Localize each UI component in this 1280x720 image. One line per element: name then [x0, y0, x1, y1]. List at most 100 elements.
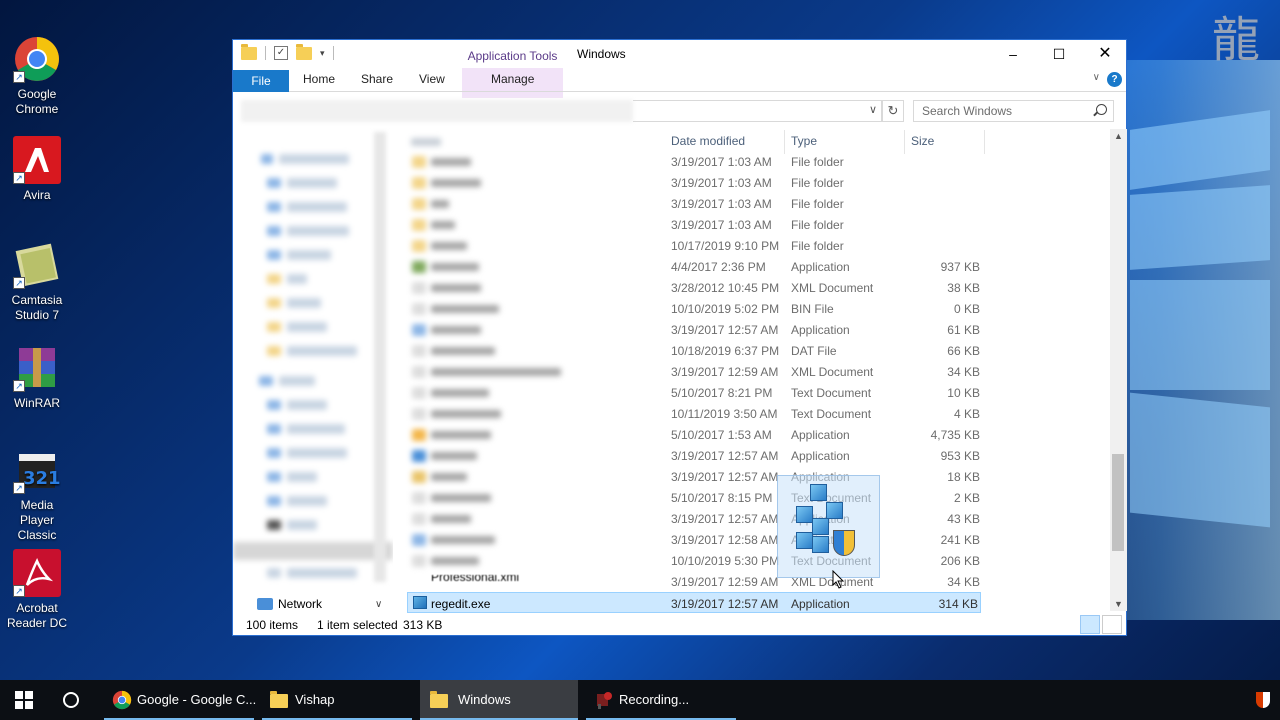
table-row[interactable]: 4/4/2017 2:36 PM Application 937 KB	[665, 256, 980, 277]
chevron-down-icon[interactable]: ∨	[375, 599, 382, 610]
partial-file-name[interactable]: Professional.xml	[411, 575, 521, 587]
nav-scrollbar[interactable]	[374, 132, 386, 582]
defender-shield-icon[interactable]	[1256, 692, 1270, 708]
wallpaper-pane	[1130, 392, 1270, 528]
mouse-cursor-icon	[832, 570, 844, 589]
desktop-icon-winrar[interactable]: ↗ WinRAR	[2, 344, 72, 411]
breadcrumb[interactable]	[241, 100, 633, 122]
nav-item-label: Network	[278, 597, 323, 611]
cortana-icon[interactable]	[63, 692, 79, 708]
taskbar-item-chrome[interactable]: Google - Google C...	[104, 680, 256, 720]
search-icon	[1096, 104, 1107, 115]
selected-file-row[interactable]: regedit.exe 3/19/2017 12:57 AM Applicati…	[407, 592, 981, 613]
start-button[interactable]	[15, 691, 33, 709]
tab-share[interactable]: Share	[361, 72, 393, 86]
type-cell: File folder	[791, 218, 844, 232]
date-cell: 5/10/2017 1:53 AM	[671, 428, 772, 442]
date-cell: 3/19/2017 12:57 AM	[671, 323, 779, 337]
quick-access-toolbar: ✓ ▾	[241, 43, 334, 60]
acrobat-icon: ↗	[13, 549, 61, 597]
type-cell: Application	[791, 428, 850, 442]
search-input[interactable]: Search Windows	[913, 100, 1114, 122]
table-row[interactable]: 10/11/2019 3:50 AM Text Document 4 KB	[665, 403, 980, 424]
date-cell: 10/11/2019 3:50 AM	[671, 407, 778, 421]
expand-ribbon-icon[interactable]: ∨	[1093, 72, 1100, 83]
properties-icon[interactable]: ✓	[274, 46, 288, 60]
item-count: 100 items	[246, 618, 299, 632]
new-folder-icon[interactable]	[296, 43, 312, 60]
desktop-icon-camtasia[interactable]: ↗ Camtasia Studio 7	[2, 241, 72, 323]
tab-file[interactable]: File	[233, 70, 289, 92]
table-row[interactable]: 5/10/2017 1:53 AM Application 4,735 KB	[665, 424, 980, 445]
date-cell: 3/19/2017 12:57 AM	[671, 597, 779, 611]
maximize-button[interactable]: ☐	[1036, 40, 1082, 68]
desktop-icon-chrome[interactable]: ↗ Google Chrome	[2, 35, 72, 117]
title-bar[interactable]: ✓ ▾ Application Tools Windows – ☐ ✕	[233, 40, 1126, 68]
vertical-scrollbar[interactable]: ▲ ▼	[1110, 129, 1127, 611]
scroll-down-icon[interactable]: ▼	[1110, 599, 1127, 609]
refresh-button[interactable]: ↻	[882, 100, 904, 122]
taskbar-item-label: Vishap	[295, 692, 335, 707]
network-icon	[257, 598, 273, 610]
size-cell: 34 KB	[947, 575, 980, 589]
table-row[interactable]: 10/17/2019 9:10 PM File folder	[665, 235, 980, 256]
taskbar-item-recording[interactable]: Recording...	[586, 680, 736, 720]
table-row[interactable]: 3/19/2017 1:03 AM File folder	[665, 214, 980, 235]
divider	[332, 46, 334, 60]
folder-icon	[270, 690, 290, 710]
taskbar-item-windows[interactable]: Windows	[420, 680, 578, 720]
divider	[265, 46, 266, 60]
desktop-icon-avira[interactable]: ↗ Avira	[2, 136, 72, 203]
type-cell: File folder	[791, 239, 844, 253]
tab-manage[interactable]: Manage	[491, 72, 534, 86]
type-cell: DAT File	[791, 344, 837, 358]
date-cell: 4/4/2017 2:36 PM	[671, 260, 766, 274]
table-row[interactable]: 3/28/2012 10:45 PM XML Document 38 KB	[665, 277, 980, 298]
table-row[interactable]: 3/19/2017 12:59 AM XML Document 34 KB	[665, 361, 980, 382]
desktop-icon-label: Media Player Classic	[17, 498, 57, 542]
tab-home[interactable]: Home	[303, 72, 335, 86]
size-cell: 34 KB	[947, 365, 980, 379]
type-cell: XML Document	[791, 281, 874, 295]
type-cell: File folder	[791, 197, 844, 211]
nav-item-network[interactable]: Network	[257, 597, 322, 611]
name-column[interactable]	[405, 128, 632, 580]
address-box[interactable]: ∨	[633, 100, 882, 122]
status-bar: 100 items 1 item selected 313 KB	[233, 615, 1126, 635]
large-icons-view-button[interactable]	[1102, 615, 1122, 634]
regedit-icon	[810, 484, 827, 501]
minimize-button[interactable]: –	[990, 40, 1036, 68]
file-name: regedit.exe	[431, 597, 491, 611]
size-cell: 61 KB	[947, 323, 980, 337]
desktop-icon-media-player-classic[interactable]: 321 ↗ Media Player Classic	[2, 446, 72, 543]
camtasia-recorder-icon	[594, 690, 614, 710]
regedit-icon	[413, 596, 427, 609]
tab-view[interactable]: View	[419, 72, 445, 86]
table-row[interactable]: 3/19/2017 1:03 AM File folder	[665, 172, 980, 193]
desktop-icon-acrobat[interactable]: ↗ Acrobat Reader DC	[2, 549, 72, 631]
chevron-down-icon[interactable]: ∨	[869, 103, 877, 116]
chevron-down-icon[interactable]: ▾	[320, 48, 325, 59]
close-button[interactable]: ✕	[1082, 40, 1128, 68]
taskbar-item-label: Windows	[458, 692, 511, 707]
table-row[interactable]: 10/18/2019 6:37 PM DAT File 66 KB	[665, 340, 980, 361]
date-cell: 3/19/2017 12:58 AM	[671, 533, 779, 547]
table-row[interactable]: 3/19/2017 1:03 AM File folder	[665, 193, 980, 214]
size-cell: 66 KB	[947, 344, 980, 358]
table-row[interactable]: 3/19/2017 1:03 AM File folder	[665, 151, 980, 172]
table-row[interactable]: 5/10/2017 8:21 PM Text Document 10 KB	[665, 382, 980, 403]
explorer-window: ✓ ▾ Application Tools Windows – ☐ ✕ File…	[232, 39, 1127, 636]
table-row[interactable]: 10/10/2019 5:02 PM BIN File 0 KB	[665, 298, 980, 319]
scrollbar-thumb[interactable]	[1112, 454, 1124, 551]
help-icon[interactable]: ?	[1107, 72, 1122, 87]
navigation-pane[interactable]	[233, 128, 393, 598]
table-row[interactable]: 3/19/2017 12:57 AM Application 61 KB	[665, 319, 980, 340]
taskbar-item-vishap[interactable]: Vishap	[262, 680, 412, 720]
selection-size: 313 KB	[403, 618, 443, 632]
scroll-up-icon[interactable]: ▲	[1110, 131, 1127, 141]
table-row[interactable]: 3/19/2017 12:57 AM Application 953 KB	[665, 445, 980, 466]
details-view-button[interactable]	[1080, 615, 1100, 634]
type-cell: Text Document	[791, 386, 872, 400]
name-column-content	[405, 128, 632, 580]
chrome-icon: ↗	[13, 35, 61, 83]
